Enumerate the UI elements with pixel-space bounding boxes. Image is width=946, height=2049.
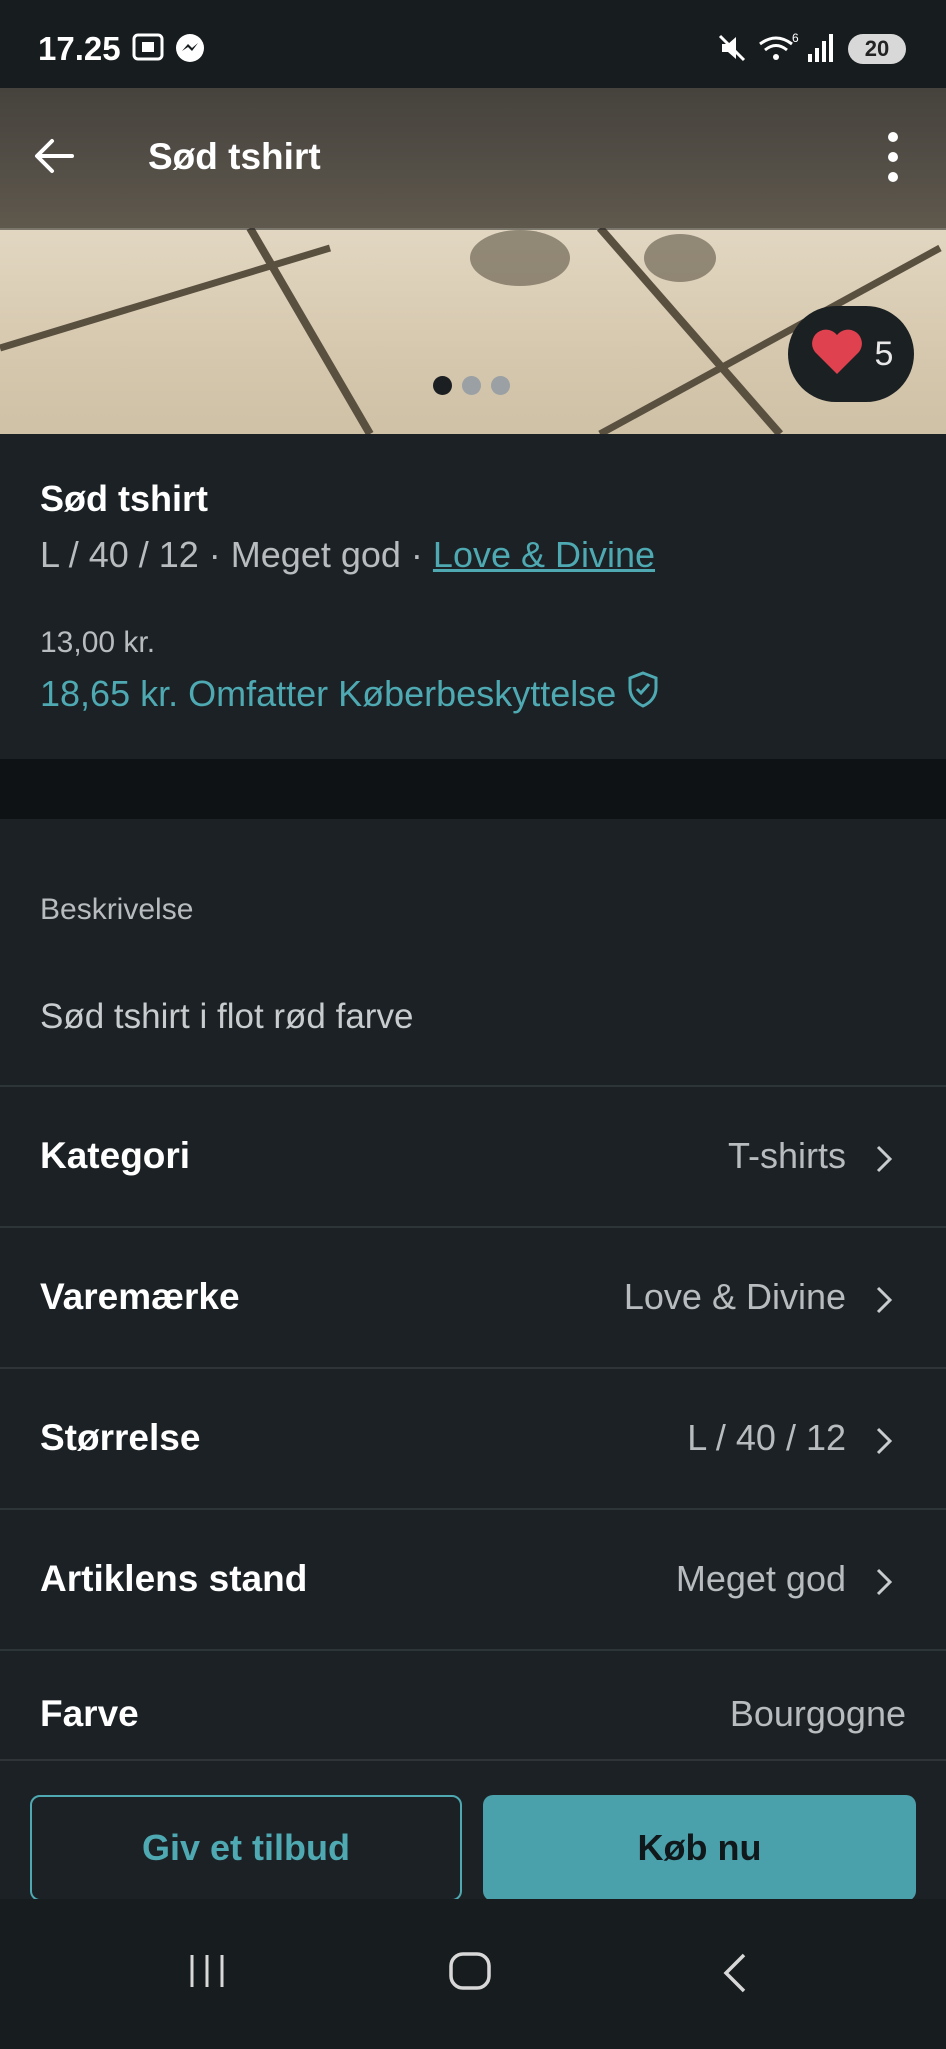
heart-icon	[809, 327, 865, 382]
home-icon[interactable]	[448, 1951, 492, 1996]
detail-label: Artiklens stand	[40, 1558, 308, 1599]
gallery-dot[interactable]	[462, 376, 481, 395]
details-section: Beskrivelse Sød tshirt i flot rød farve …	[0, 819, 946, 1759]
battery-indicator: 20	[848, 34, 906, 64]
detail-value: Meget god	[675, 1558, 846, 1599]
detail-row-size[interactable]: Størrelse L / 40 / 12	[0, 1367, 946, 1510]
description-text: Sød tshirt i flot rød farve	[40, 997, 414, 1036]
detail-label: Kategori	[40, 1135, 191, 1176]
back-arrow-icon[interactable]	[30, 132, 78, 185]
status-bar: 17.25 6 20	[0, 0, 946, 88]
product-title: Sød tshirt	[40, 478, 208, 519]
detail-label: Størrelse	[40, 1417, 201, 1458]
detail-value: Bourgogne	[729, 1693, 906, 1734]
product-size: L / 40 / 12	[40, 534, 199, 575]
chevron-right-icon	[874, 1425, 894, 1462]
buyer-protection-price[interactable]: 18,65 kr. Omfatter Køberbeskyttelse	[40, 670, 660, 717]
screenshot-icon	[132, 32, 164, 67]
detail-row-condition[interactable]: Artiklens stand Meget god	[0, 1508, 946, 1651]
chevron-right-icon	[874, 1284, 894, 1321]
action-bar: Giv et tilbud Køb nu	[0, 1759, 946, 1901]
gallery-pagination	[433, 376, 510, 395]
description-label: Beskrivelse	[40, 893, 194, 926]
detail-row-category[interactable]: Kategori T-shirts	[0, 1085, 946, 1228]
detail-label: Varemærke	[40, 1276, 240, 1317]
product-condition: Meget god	[230, 534, 401, 575]
detail-value: L / 40 / 12	[687, 1417, 846, 1458]
total-price: 18,65 kr.	[40, 672, 179, 714]
detail-row-color: Farve Bourgogne	[0, 1649, 946, 1761]
status-time: 17.25	[38, 30, 121, 67]
favorite-count: 5	[874, 334, 894, 373]
meta-separator: ·	[198, 534, 231, 575]
product-info: Sød tshirt L / 40 / 12 · Meget god · Lov…	[0, 434, 946, 759]
gallery-dot[interactable]	[491, 376, 510, 395]
detail-value: Love & Divine	[623, 1276, 846, 1317]
svg-text:6: 6	[792, 32, 799, 45]
shield-icon	[626, 670, 660, 717]
app-bar: Sød tshirt	[0, 88, 946, 230]
system-nav-bar	[0, 1899, 946, 2049]
chevron-right-icon	[874, 1143, 894, 1180]
mute-icon	[716, 32, 748, 69]
brand-link[interactable]: Love & Divine	[433, 534, 655, 575]
item-price: 13,00 kr.	[40, 626, 156, 659]
section-divider	[0, 759, 946, 819]
chevron-right-icon	[874, 1566, 894, 1603]
recent-apps-icon[interactable]	[186, 1951, 228, 1996]
favorite-button[interactable]: 5	[788, 306, 914, 402]
back-icon[interactable]	[718, 1951, 752, 2000]
detail-label: Farve	[40, 1693, 139, 1734]
meta-separator: ·	[400, 534, 433, 575]
signal-icon	[806, 32, 836, 69]
detail-value: T-shirts	[727, 1135, 846, 1176]
buy-now-button[interactable]: Køb nu	[483, 1795, 916, 1901]
more-options-icon[interactable]	[886, 130, 900, 189]
detail-row-brand[interactable]: Varemærke Love & Divine	[0, 1226, 946, 1369]
gallery-dot[interactable]	[433, 376, 452, 395]
page-title: Sød tshirt	[148, 136, 321, 177]
wifi-icon: 6	[756, 31, 800, 69]
product-meta: L / 40 / 12 · Meget god · Love & Divine	[40, 534, 655, 576]
protection-label: Omfatter Køberbeskyttelse	[188, 672, 617, 714]
make-offer-button[interactable]: Giv et tilbud	[30, 1795, 462, 1901]
messenger-icon	[174, 32, 206, 69]
